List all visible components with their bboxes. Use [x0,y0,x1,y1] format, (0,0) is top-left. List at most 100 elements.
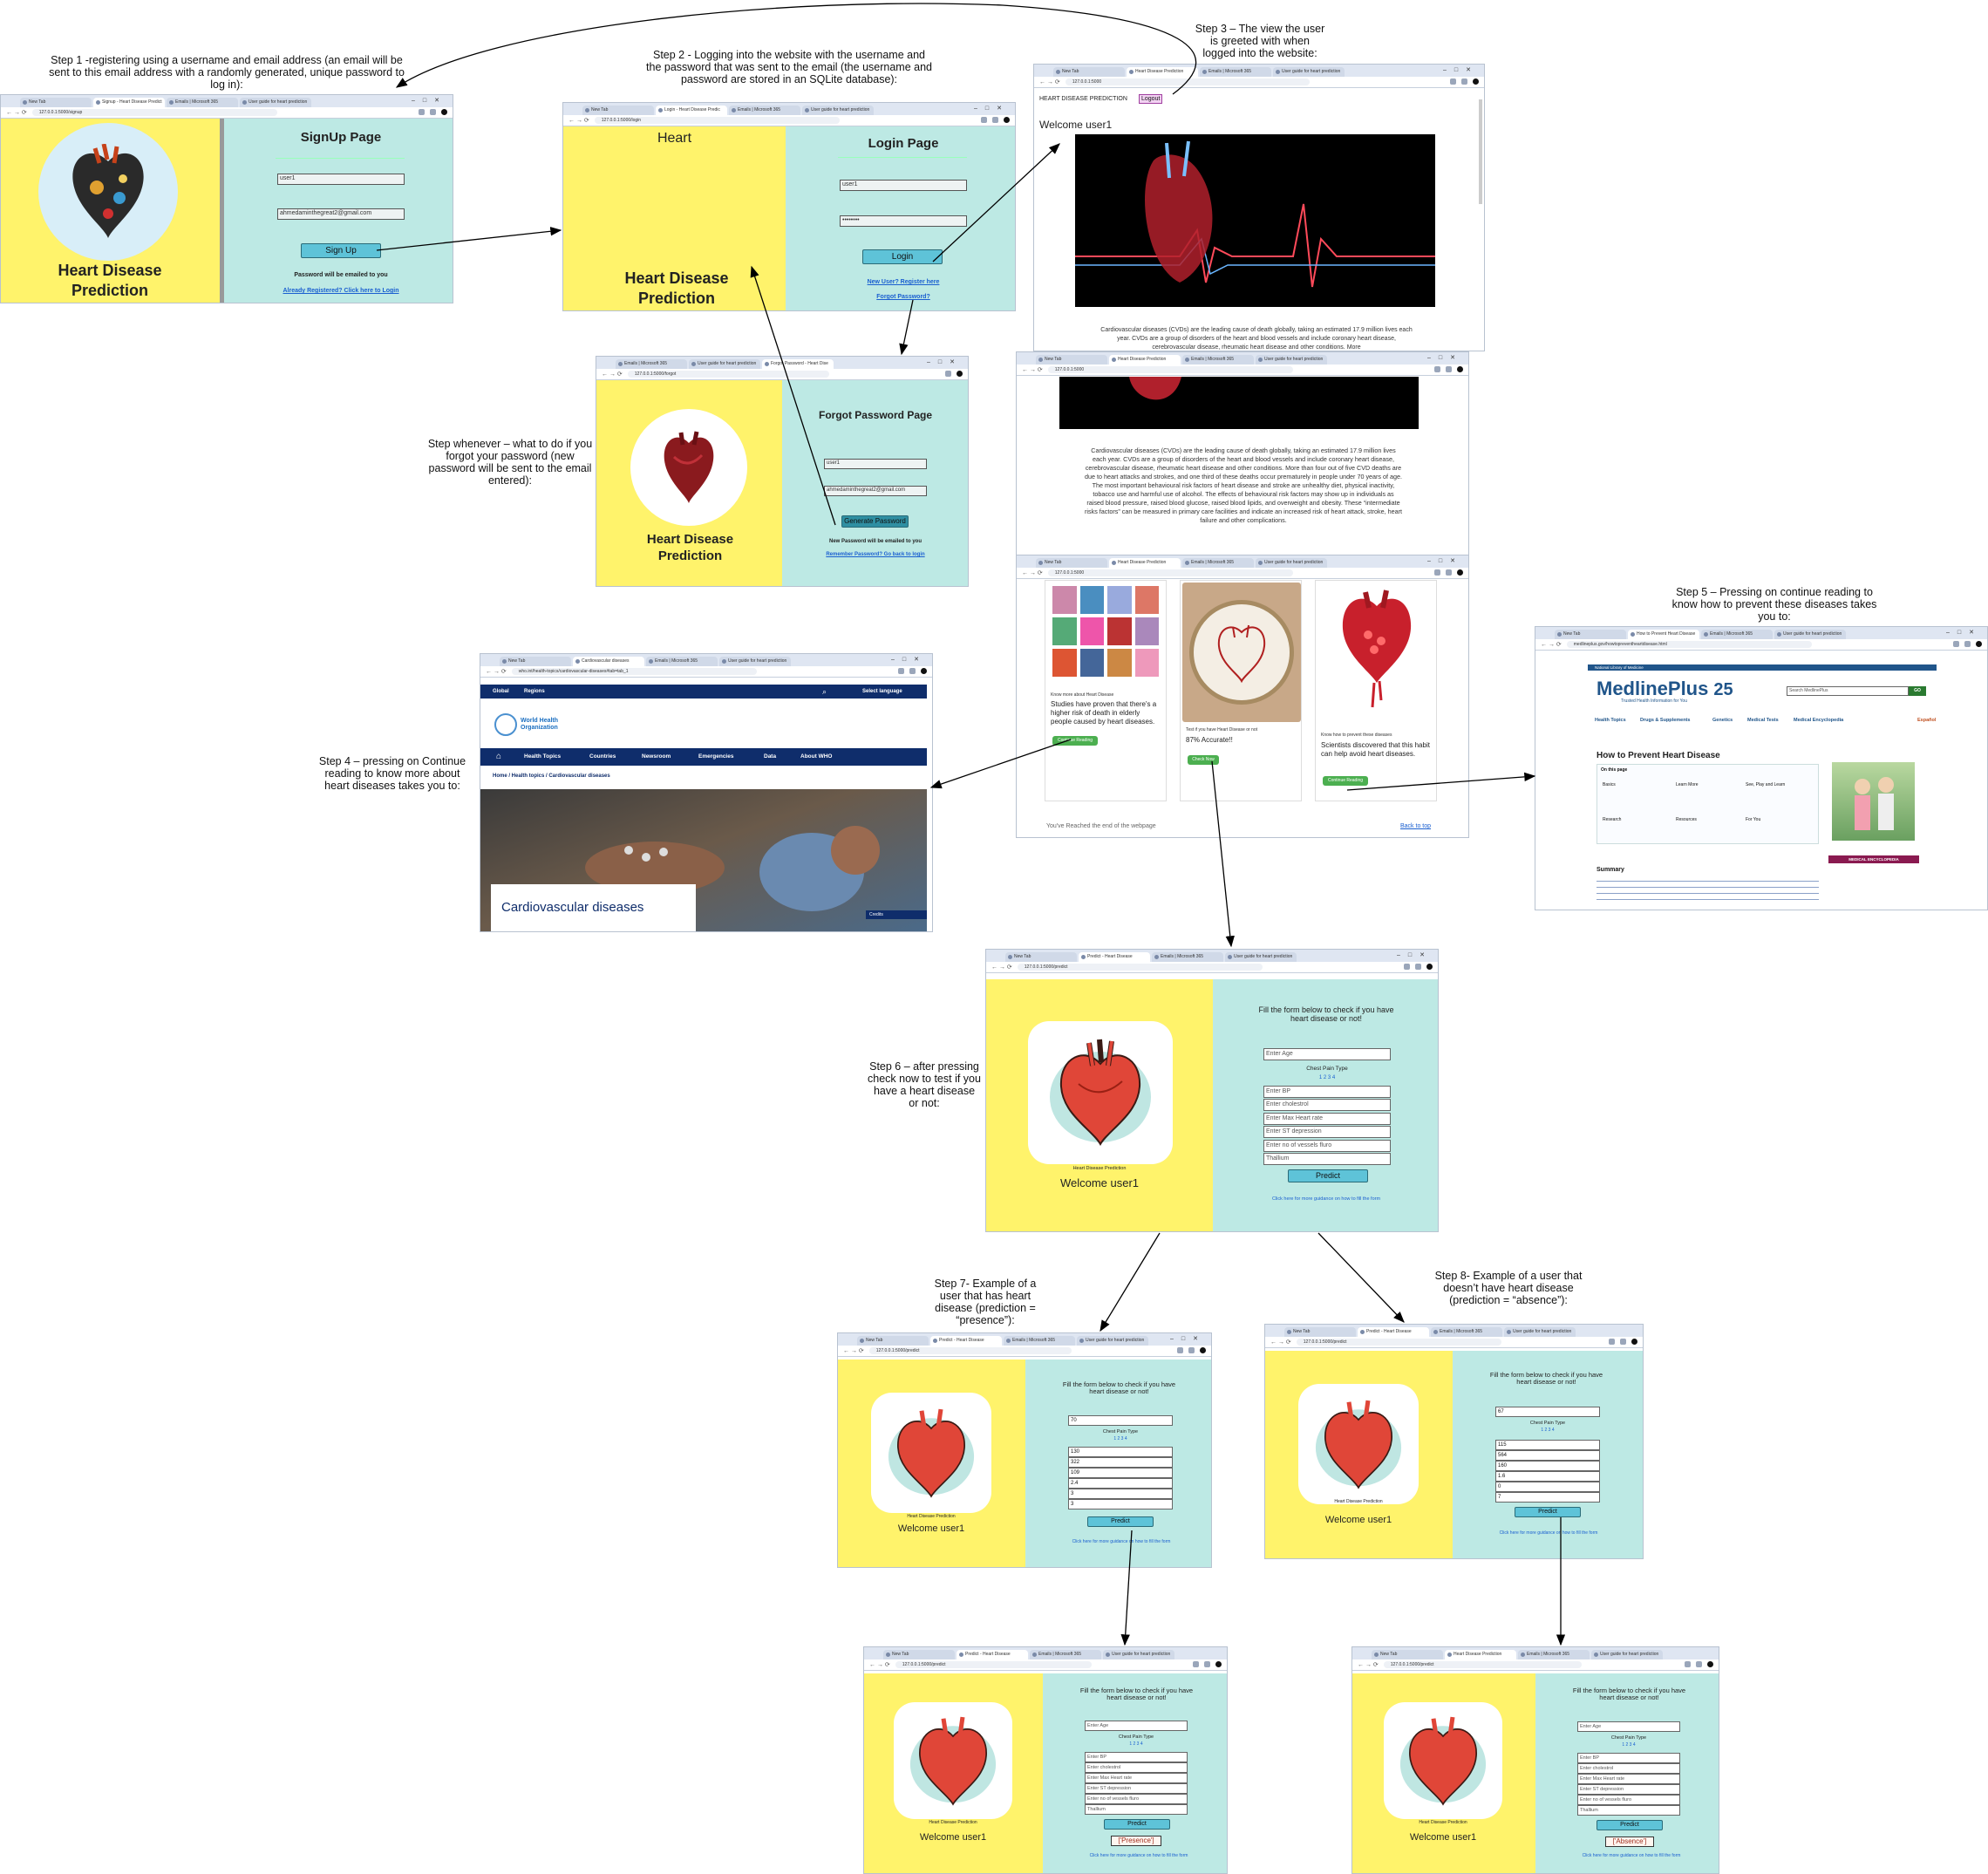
tab[interactable]: User guide for heart prediction [1273,67,1345,77]
cholesterol-input[interactable]: 322 [1068,1457,1173,1468]
tab-active[interactable]: Forgot Password - Heart Dise [762,359,834,369]
thallium-input[interactable]: Thallium [1263,1153,1391,1165]
tab[interactable]: New Tab [1555,630,1626,639]
st-depression-input[interactable]: 2.4 [1068,1478,1173,1489]
global-link[interactable]: Global [493,685,509,698]
language-select[interactable]: Select language [862,685,902,698]
address-bar[interactable]: who.int/health-topics/cardiovascular-dis… [511,668,758,675]
nav-arrows[interactable]: ← → ⟳ [486,668,507,675]
username-field[interactable]: user1 [824,459,927,469]
tab[interactable]: Emails | Microsoft 365 [1518,1650,1590,1659]
age-input[interactable]: 70 [1068,1415,1173,1426]
thallium-input[interactable]: 7 [1495,1492,1600,1503]
tab-active[interactable]: Heart Disease Prediction [1127,67,1198,77]
window-controls[interactable]: –□✕ [927,358,963,365]
nav-arrows[interactable]: ← → ⟳ [602,371,623,378]
nav-encyclopedia[interactable]: Medical Encyclopedia [1794,718,1843,723]
cholesterol-input[interactable]: Enter cholestrol [1263,1099,1391,1111]
tab-active[interactable]: How to Prevent Heart Disease [1628,630,1699,639]
guidance-link[interactable]: Click here for more guidance on how to f… [1073,1853,1204,1858]
nav-arrows[interactable]: ← → ⟳ [869,1661,890,1668]
tab[interactable]: User guide for heart prediction [1256,558,1327,568]
chest-pain-radios[interactable]: 1 2 3 4 [1495,1428,1600,1433]
chest-pain-radios[interactable]: 1 2 3 4 [1263,1075,1391,1080]
tab-active[interactable]: Predict - Heart Disease [1358,1327,1429,1337]
username-field[interactable]: user1 [277,174,405,185]
tab[interactable]: New Tab [883,1650,955,1659]
vessels-fluro-input[interactable]: Enter no of vessels fluro [1577,1795,1680,1805]
nav-countries[interactable]: Countries [589,748,616,766]
window-controls[interactable]: –□✕ [1427,557,1463,564]
tab-active[interactable]: Heart Disease Prediction [1109,558,1181,568]
nav-arrows[interactable]: ← → ⟳ [6,109,27,116]
max-heart-rate-input[interactable]: Enter Max Heart rate [1263,1113,1391,1125]
forgot-password-link[interactable]: Forgot Password? [825,294,982,300]
tab[interactable]: Emails | Microsoft 365 [729,106,800,115]
st-depression-input[interactable]: Enter ST depression [1577,1784,1680,1795]
tab-active[interactable]: Predict - Heart Disease [930,1336,1002,1346]
logout-button[interactable]: Logout [1139,94,1163,104]
email-field[interactable]: ahmedaminthegreat2@gmail.com [277,208,405,220]
nav-arrows[interactable]: ← → ⟳ [991,964,1012,971]
guidance-link[interactable]: Click here for more guidance on how to f… [1056,1539,1187,1544]
window-controls[interactable]: –□✕ [412,97,447,104]
age-input[interactable]: 67 [1495,1407,1600,1417]
nav-genetics[interactable]: Genetics [1712,718,1733,723]
address-bar[interactable]: 127.0.0.1:5000 [1047,569,1294,576]
language-link[interactable]: Español [1917,718,1936,723]
login-button[interactable]: Login [862,249,943,264]
address-bar[interactable]: 127.0.0.1:5000 [1065,78,1311,85]
search-go-button[interactable]: GO [1909,686,1926,696]
tab[interactable]: New Tab [500,657,571,666]
tab[interactable]: New Tab [1372,1650,1443,1659]
tab-active[interactable]: Cardiovascular diseases [573,657,644,666]
home-icon[interactable]: ⌂ [496,748,501,766]
window-controls[interactable]: –□✕ [974,105,1010,112]
predict-button[interactable]: Predict [1597,1820,1663,1830]
nav-arrows[interactable]: ← → ⟳ [1358,1661,1379,1668]
tab[interactable]: User guide for heart prediction [1256,355,1327,365]
tab[interactable]: User guide for heart prediction [689,359,760,369]
tab-active[interactable]: Login - Heart Disease Predic [656,106,727,115]
window-controls[interactable]: –□✕ [1946,629,1982,636]
tab-active[interactable]: Predict - Heart Disease [1079,952,1150,962]
scrollbar[interactable] [1479,99,1482,204]
tab[interactable]: New Tab [1036,355,1107,365]
email-field[interactable]: ahmedaminthegreat2@gmail.com [824,486,927,496]
age-input[interactable]: Enter Age [1577,1721,1680,1732]
chest-pain-radios[interactable]: 1 2 3 4 [1577,1742,1680,1748]
nav-data[interactable]: Data [764,748,776,766]
predict-button[interactable]: Predict [1087,1516,1154,1527]
predict-button[interactable]: Predict [1104,1819,1170,1830]
window-controls[interactable]: –□✕ [1397,951,1433,958]
cholesterol-input[interactable]: Enter cholestrol [1577,1763,1680,1774]
continue-reading-button-1[interactable]: Continue Reading [1052,736,1098,746]
vessels-fluro-input[interactable]: Enter no of vessels fluro [1263,1140,1391,1152]
bp-input[interactable]: 115 [1495,1440,1600,1450]
window-controls[interactable]: –□✕ [891,656,927,663]
credits-button[interactable]: Credits [866,910,927,919]
bp-input[interactable]: Enter BP [1085,1752,1188,1762]
continue-reading-button-2[interactable]: Continue Reading [1323,776,1368,786]
tab[interactable]: Emails | Microsoft 365 [1431,1327,1502,1337]
bp-input[interactable]: Enter BP [1577,1753,1680,1763]
check-now-button[interactable]: Check Now [1188,755,1219,765]
tab[interactable]: Emails | Microsoft 365 [1182,355,1254,365]
predict-button[interactable]: Predict [1288,1169,1368,1182]
tab[interactable]: User guide for heart prediction [719,657,791,666]
bp-input[interactable]: Enter BP [1263,1086,1391,1098]
tab[interactable]: User guide for heart prediction [1504,1327,1576,1337]
tab[interactable]: User guide for heart prediction [1077,1336,1148,1346]
cholesterol-input[interactable]: 564 [1495,1450,1600,1461]
tab[interactable]: Emails | Microsoft 365 [616,359,687,369]
tab-active[interactable]: Heart Disease Prediction [1109,355,1181,365]
guidance-link[interactable]: Click here for more guidance on how to f… [1483,1530,1614,1536]
max-heart-rate-input[interactable]: 109 [1068,1468,1173,1478]
search-icon[interactable]: ⌕ [822,685,827,698]
back-to-login-link[interactable]: Remember Password? Go back to login [806,552,945,557]
tab[interactable]: Emails | Microsoft 365 [646,657,718,666]
tab-active[interactable]: Heart Disease Prediction [1445,1650,1516,1659]
address-bar[interactable]: medlineplus.gov/howtopreventheartdisease… [1566,641,1813,648]
nav-newsroom[interactable]: Newsroom [642,748,671,766]
nav-arrows[interactable]: ← → ⟳ [1541,641,1562,648]
